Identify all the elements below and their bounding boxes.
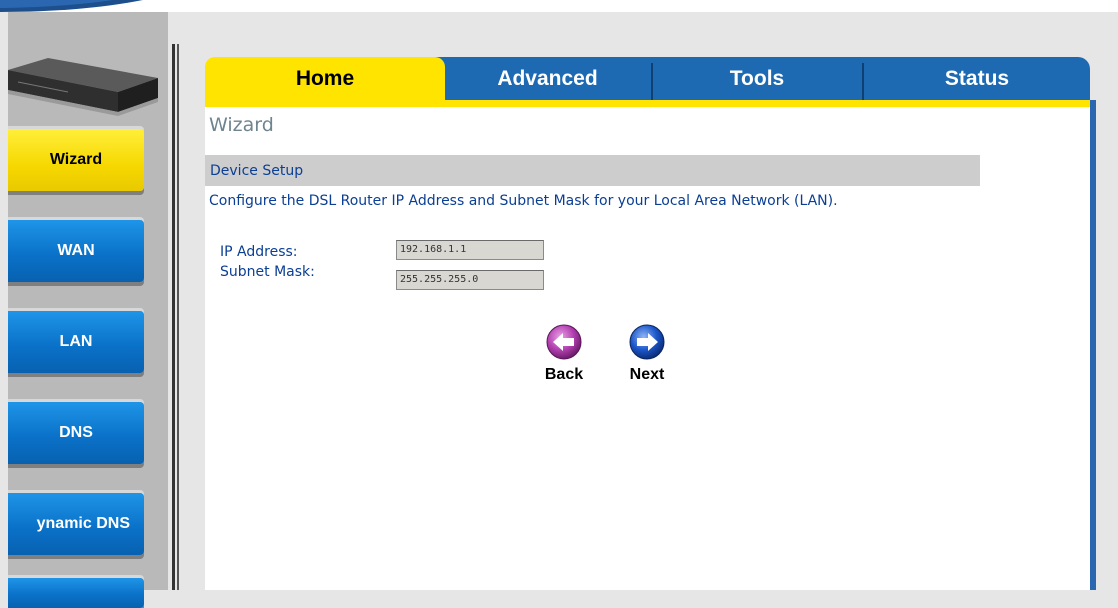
sidebar-divider-shadow xyxy=(177,44,179,590)
page-description: Configure the DSL Router IP Address and … xyxy=(209,193,838,209)
back-arrow-icon xyxy=(546,324,582,360)
sidebar: Wizard WAN LAN DNS ynamic DNS xyxy=(8,12,168,608)
back-button[interactable]: Back xyxy=(538,324,590,388)
tab-status[interactable]: Status xyxy=(864,57,1090,100)
sidebar-item-wan[interactable]: WAN xyxy=(8,220,144,282)
sidebar-item-dynamic-dns[interactable]: ynamic DNS xyxy=(8,493,144,555)
subnet-mask-label: Subnet Mask: xyxy=(220,264,315,280)
sidebar-divider xyxy=(172,44,175,590)
tab-home[interactable]: Home xyxy=(205,57,445,100)
ip-address-label: IP Address: xyxy=(220,244,298,260)
page-title: Wizard xyxy=(209,114,274,136)
sidebar-item-lan[interactable]: LAN xyxy=(8,311,144,373)
section-header: Device Setup xyxy=(205,155,980,186)
next-button[interactable]: Next xyxy=(621,324,673,388)
router-image xyxy=(8,58,158,116)
content-frame-edge xyxy=(1090,100,1096,590)
next-label: Next xyxy=(629,366,665,383)
sidebar-item-partial[interactable] xyxy=(8,578,144,608)
subnet-mask-input[interactable]: 255.255.255.0 xyxy=(396,270,544,290)
sidebar-item-wizard[interactable]: Wizard xyxy=(8,129,144,191)
tab-tools[interactable]: Tools xyxy=(653,57,861,100)
tab-bar: Home Advanced Tools Status xyxy=(205,57,1090,100)
section-title: Device Setup xyxy=(210,162,304,179)
ip-address-input[interactable]: 192.168.1.1 xyxy=(396,240,544,260)
next-arrow-icon xyxy=(629,324,665,360)
top-banner-strip xyxy=(0,0,1118,12)
tab-advanced[interactable]: Advanced xyxy=(445,57,650,100)
back-label: Back xyxy=(544,366,584,383)
sidebar-item-dns[interactable]: DNS xyxy=(8,402,144,464)
main-content: Wizard Device Setup Configure the DSL Ro… xyxy=(205,107,1090,590)
tab-underline xyxy=(205,100,1090,107)
